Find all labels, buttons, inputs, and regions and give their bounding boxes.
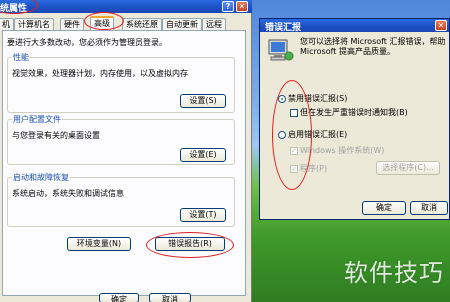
cancel-button[interactable]: 取消 [149,293,191,302]
performance-title: 性能 [12,52,30,63]
dialog-description: 您可以选择将 Microsoft 汇报错误，帮助 Microsoft 提高产品质… [300,37,446,56]
dialog-cancel-button[interactable]: 取消 [410,201,448,215]
help-button[interactable]: ? [222,1,234,12]
tab-remote[interactable]: 远程 [202,18,226,30]
dialog-title: 错误汇报 [265,23,302,33]
user-profiles-group: 用户配置文件 与您登录有关的桌面设置 设置(E) [7,114,235,165]
dialog-ok-button[interactable]: 确定 [362,201,406,215]
choose-programs-button[interactable]: 选择程序(C)... [376,161,440,175]
tab-system-restore[interactable]: 系统还原 [122,18,162,30]
system-properties-window: 统属性 ? ✕ 机 计算机名 硬件 高级 系统还原 自动更新 远程 要进行大多数… [0,0,252,302]
admin-notice: 要进行大多数改动，您必须作为管理员登录。 [7,38,167,47]
startup-recovery-title: 启动和故障恢复 [12,172,70,183]
startup-recovery-group: 启动和故障恢复 系统启动，系统失败和调试信息 设置(T) [7,172,235,227]
watermark: 软件技巧 [344,259,444,287]
tab-automatic-updates[interactable]: 自动更新 [162,18,202,30]
tab-hardware[interactable]: 硬件 [60,18,84,30]
annotation-circle-advanced-tab [84,12,124,30]
performance-group: 性能 视觉效果，处理器计划，内存使用，以及虚拟内存 设置(S) [7,52,235,113]
annotation-circle-error-report [146,232,234,258]
title-bar: 统属性 ? ✕ [0,0,252,14]
notify-label: 但在发生严重错误时通知我(B) [300,108,408,117]
performance-desc: 视觉效果，处理器计划，内存使用，以及虚拟内存 [12,69,188,78]
tab-computer-name[interactable]: 计算机名 [14,18,54,30]
user-profiles-desc: 与您登录有关的桌面设置 [12,131,100,140]
startup-recovery-desc: 系统启动，系统失败和调试信息 [12,189,124,198]
annotation-circle-radio-options [272,80,312,190]
computer-icon [268,39,294,61]
tab-strip: 机 计算机名 硬件 高级 系统还原 自动更新 远程 [0,16,252,30]
ok-button[interactable]: 确定 [99,293,139,302]
user-profiles-title: 用户配置文件 [12,114,62,125]
tab-general[interactable]: 机 [0,18,14,30]
environment-variables-button[interactable]: 环境变量(N) [67,237,131,251]
performance-settings-button[interactable]: 设置(S) [180,94,226,108]
startup-recovery-settings-button[interactable]: 设置(T) [180,208,226,222]
windows-label: Windows 操作系统(W) [300,146,385,155]
user-profiles-settings-button[interactable]: 设置(E) [180,148,226,162]
close-button[interactable]: ✕ [236,1,248,12]
dialog-close-button[interactable]: ✕ [435,20,447,31]
dialog-title-bar: 错误汇报 ✕ [260,19,449,33]
